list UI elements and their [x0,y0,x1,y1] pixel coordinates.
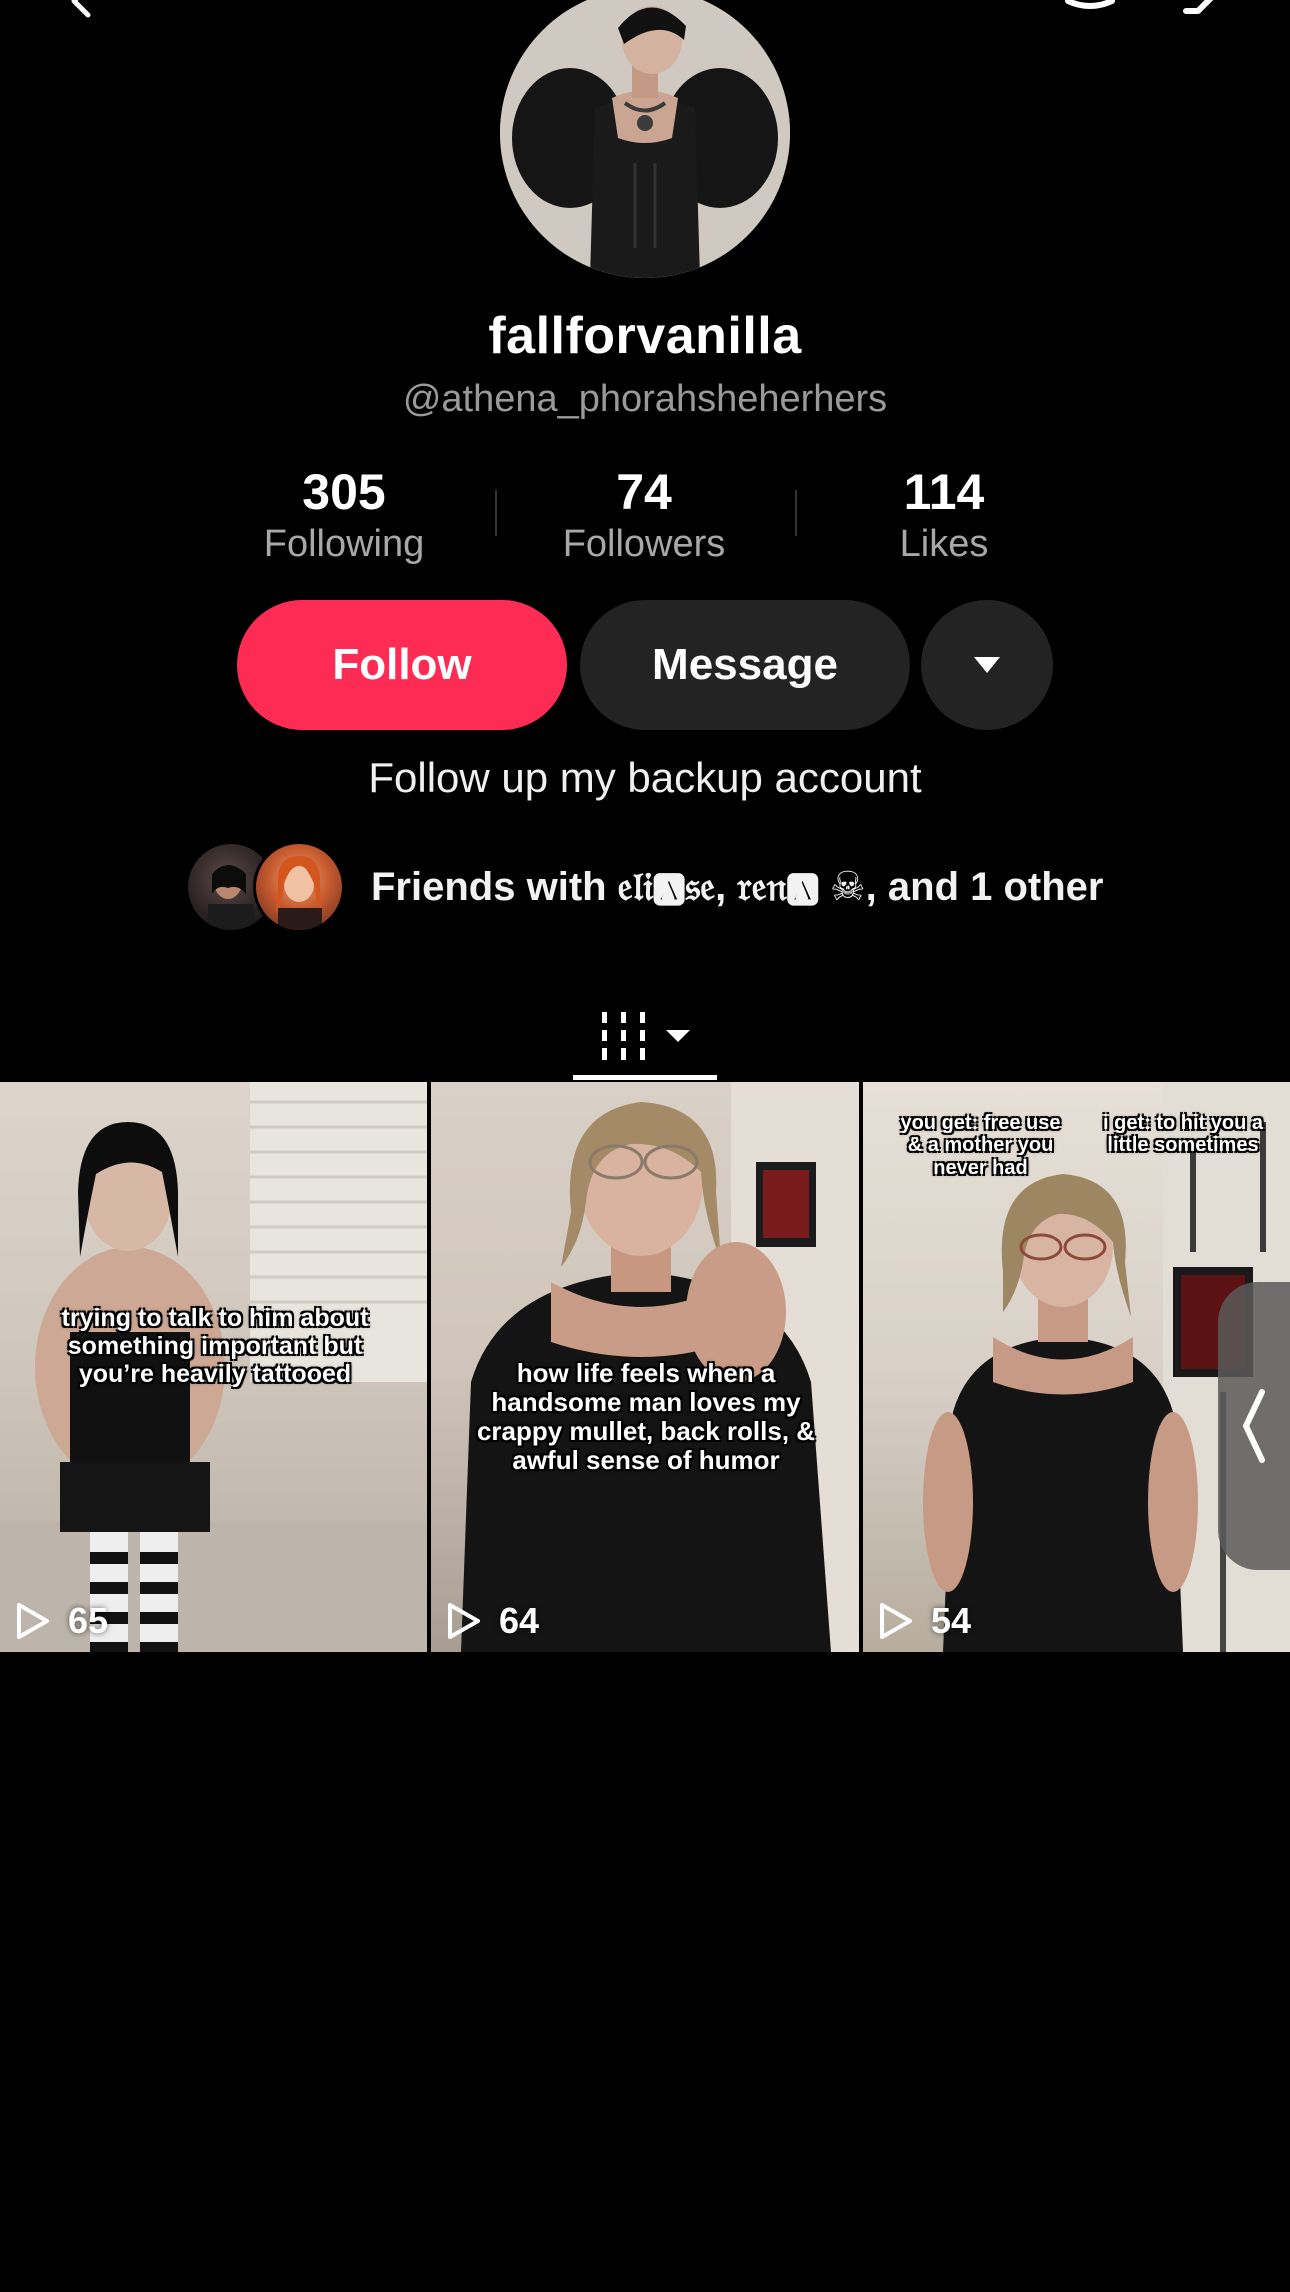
message-button[interactable]: Message [580,600,910,730]
followers-count: 74 [616,464,672,520]
profile-avatar[interactable] [500,0,790,278]
friends-text: Friends with 𝔢𝔩𝔦🅰𝔰𝔢, 𝔯𝔢𝔫🅰 ☠︎, and 1 othe… [371,865,1104,909]
caret-down-icon [666,1030,690,1042]
play-count: 65 [16,1600,108,1642]
followers-label: Followers [562,523,726,565]
profile-bio: Follow up my backup account [368,754,922,801]
play-count: 64 [447,1600,539,1642]
play-count-value: 64 [499,1600,540,1641]
video-caption: trying to talk to him about something im… [61,1304,369,1388]
side-drawer-handle[interactable] [1218,1282,1290,1570]
likes-count: 114 [903,464,985,520]
display-name: fallforvanilla [488,307,802,365]
tab-underline [573,1075,717,1080]
likes-label: Likes [899,523,989,565]
mutual-friends[interactable]: Friends with 𝔢𝔩𝔦🅰𝔰𝔢, 𝔯𝔢𝔫🅰 ☠︎, and 1 othe… [185,841,1104,933]
following-count: 305 [302,464,386,520]
follow-button[interactable]: Follow [237,600,567,730]
play-count: 54 [879,1600,971,1642]
chevron-left-icon [1243,1389,1265,1463]
grid-bars-icon [602,1012,645,1060]
profile-stats: 305 Following 74 Followers 114 Likes [0,462,1290,572]
play-icon [880,1603,912,1639]
video-grid: trying to talk to him about something im… [0,1082,1290,1652]
video-tile[interactable]: how life feels when a handsome man loves… [431,1082,859,1652]
username-handle: @athena_phorahsheherhers [402,378,888,420]
notification-button[interactable] [1050,0,1130,30]
play-count-value: 65 [68,1600,109,1641]
avatar-photo [500,0,790,278]
back-arrow-icon [71,0,91,18]
bell-icon [1065,0,1115,9]
video-caption-left: you get: free use & a mother you never h… [900,1112,1061,1179]
share-icon [1183,0,1214,14]
tab-videos[interactable] [573,990,717,1082]
video-caption: how life feels when a handsome man loves… [476,1358,816,1476]
play-count-value: 54 [931,1600,972,1641]
stat-following[interactable]: 305 Following [194,462,494,566]
more-options-button[interactable] [921,600,1053,730]
play-icon [17,1603,49,1639]
stat-followers[interactable]: 74 Followers [494,462,794,566]
friend-avatar [253,841,345,933]
caret-down-icon [974,657,1000,673]
stat-likes[interactable]: 114 Likes [794,462,1094,566]
share-button[interactable] [1170,0,1250,30]
following-label: Following [263,523,425,565]
video-tile[interactable]: trying to talk to him about something im… [0,1082,427,1652]
video-caption-right: i get: to hit you a little sometimes [1103,1112,1263,1157]
profile-page: fallforvanilla @athena_phorahsheherhers … [0,0,1290,2292]
back-button[interactable] [40,0,120,30]
play-icon [448,1603,480,1639]
